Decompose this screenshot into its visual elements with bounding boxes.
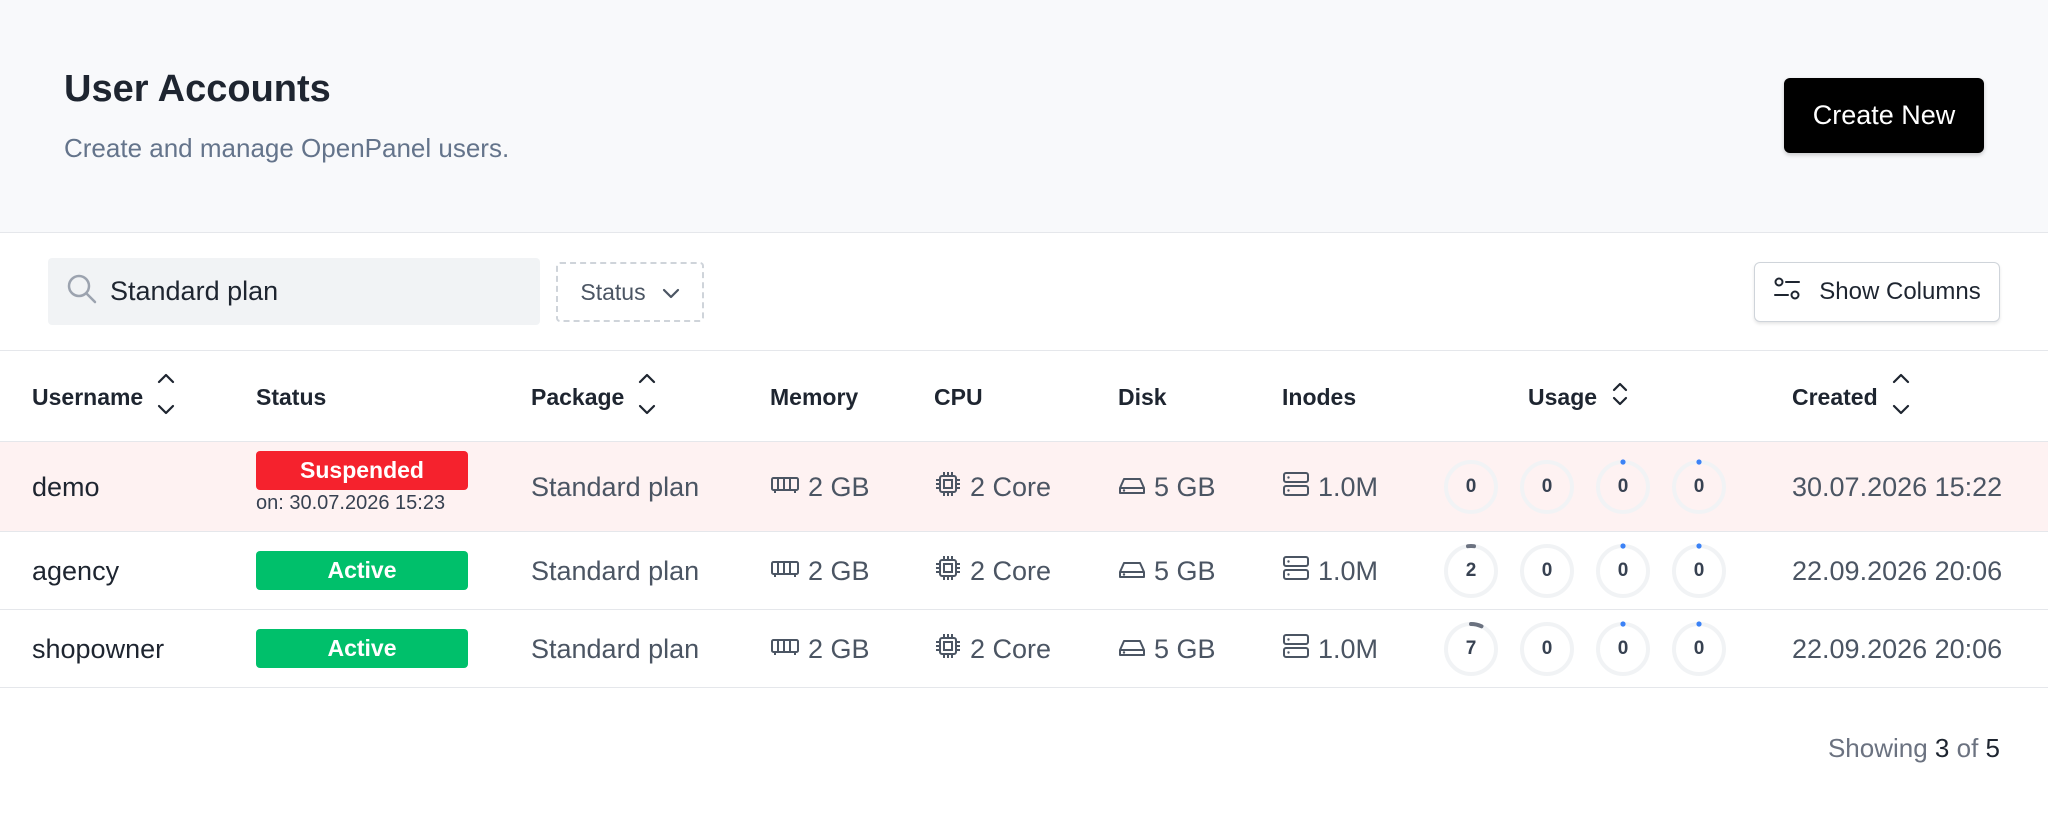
username-cell[interactable]: shopowner [32, 610, 164, 688]
sort-icon[interactable] [157, 372, 175, 422]
username-cell[interactable]: demo [32, 442, 100, 532]
column-header-memory: Memory [770, 383, 859, 410]
inodes-usage-gauge: 0 [1671, 543, 1727, 599]
show-columns-button[interactable]: Show Columns [1754, 262, 2000, 322]
search-input[interactable] [110, 276, 490, 307]
column-header-cpu: CPU [934, 383, 983, 410]
cpu-cell: 2 Core [934, 610, 1051, 688]
sort-icon[interactable] [1892, 372, 1910, 422]
cpu-usage-gauge: 0 [1443, 459, 1499, 515]
status-badge: Suspended [256, 451, 468, 490]
total-count: 5 [1985, 733, 2000, 763]
cpu-icon [934, 470, 962, 505]
page-subtitle: Create and manage OpenPanel users. [64, 133, 510, 163]
column-header-package[interactable]: Package [531, 351, 656, 443]
sort-icon[interactable] [1611, 381, 1629, 413]
disk-usage-gauge: 0 [1595, 459, 1651, 515]
disk-cell: 5 GB [1118, 532, 1216, 610]
sliders-icon [1773, 275, 1801, 310]
created-cell: 30.07.2026 15:22 [1792, 471, 2003, 502]
memory-cell: 2 GB [770, 610, 870, 688]
inodes-usage-gauge: 0 [1671, 459, 1727, 515]
package-cell: Standard plan [531, 471, 700, 502]
column-header-disk: Disk [1118, 383, 1167, 410]
memory-usage-gauge: 0 [1519, 543, 1575, 599]
disk-cell: 5 GB [1118, 442, 1216, 532]
inodes-usage-gauge: 0 [1671, 621, 1727, 677]
cpu-icon [934, 632, 962, 667]
server-icon [1282, 471, 1310, 504]
cpu-icon [934, 554, 962, 589]
search-box[interactable] [48, 258, 540, 325]
disk-usage-gauge: 0 [1595, 543, 1651, 599]
status-badge: Active [256, 629, 468, 668]
column-header-username[interactable]: Username [32, 351, 175, 443]
inodes-cell: 1.0M [1282, 442, 1378, 532]
column-header-status: Status [256, 383, 327, 410]
shown-count: 3 [1934, 733, 1950, 763]
table-header: Username Status Package Memory CPU Disk … [0, 350, 2048, 442]
table-row[interactable]: demo Suspended on: 30.07.2026 15:23 Stan… [0, 442, 2048, 532]
server-icon [1282, 555, 1310, 588]
created-cell: 22.09.2026 20:06 [1792, 555, 2003, 586]
table-row[interactable]: agency Active Standard plan 2 GB 2 Core … [0, 532, 2048, 610]
status-filter-label: Status [580, 278, 646, 305]
sort-icon[interactable] [638, 372, 656, 422]
memory-icon [770, 472, 800, 503]
memory-cell: 2 GB [770, 532, 870, 610]
server-icon [1282, 633, 1310, 666]
cpu-cell: 2 Core [934, 532, 1051, 610]
page-header: User Accounts Create and manage OpenPane… [0, 0, 2048, 233]
disk-usage-gauge: 0 [1595, 621, 1651, 677]
chevron-down-icon [662, 279, 680, 306]
disk-icon [1118, 472, 1146, 503]
cpu-usage-gauge: 2 [1443, 543, 1499, 599]
show-columns-label: Show Columns [1819, 278, 1981, 305]
page-title: User Accounts [64, 68, 331, 110]
created-cell: 22.09.2026 20:06 [1792, 633, 2003, 664]
memory-cell: 2 GB [770, 442, 870, 532]
memory-usage-gauge: 0 [1519, 621, 1575, 677]
username-cell[interactable]: agency [32, 532, 119, 610]
memory-icon [770, 634, 800, 665]
pagination-summary: Showing 3 of 5 [1827, 733, 2000, 763]
disk-icon [1118, 634, 1146, 665]
suspended-since: on: 30.07.2026 15:23 [256, 492, 446, 514]
memory-usage-gauge: 0 [1519, 459, 1575, 515]
table-row[interactable]: shopowner Active Standard plan 2 GB 2 Co… [0, 610, 2048, 688]
search-icon [48, 273, 98, 310]
disk-icon [1118, 556, 1146, 587]
create-new-button[interactable]: Create New [1784, 78, 1984, 153]
column-header-usage[interactable]: Usage [1528, 351, 1629, 443]
column-header-inodes: Inodes [1282, 383, 1357, 410]
cpu-usage-gauge: 7 [1443, 621, 1499, 677]
package-cell: Standard plan [531, 555, 700, 586]
inodes-cell: 1.0M [1282, 610, 1378, 688]
column-header-created[interactable]: Created [1792, 351, 1910, 443]
package-cell: Standard plan [531, 633, 700, 664]
memory-icon [770, 556, 800, 587]
cpu-cell: 2 Core [934, 442, 1051, 532]
status-filter-dropdown[interactable]: Status [556, 262, 704, 322]
inodes-cell: 1.0M [1282, 532, 1378, 610]
status-badge: Active [256, 551, 468, 590]
disk-cell: 5 GB [1118, 610, 1216, 688]
